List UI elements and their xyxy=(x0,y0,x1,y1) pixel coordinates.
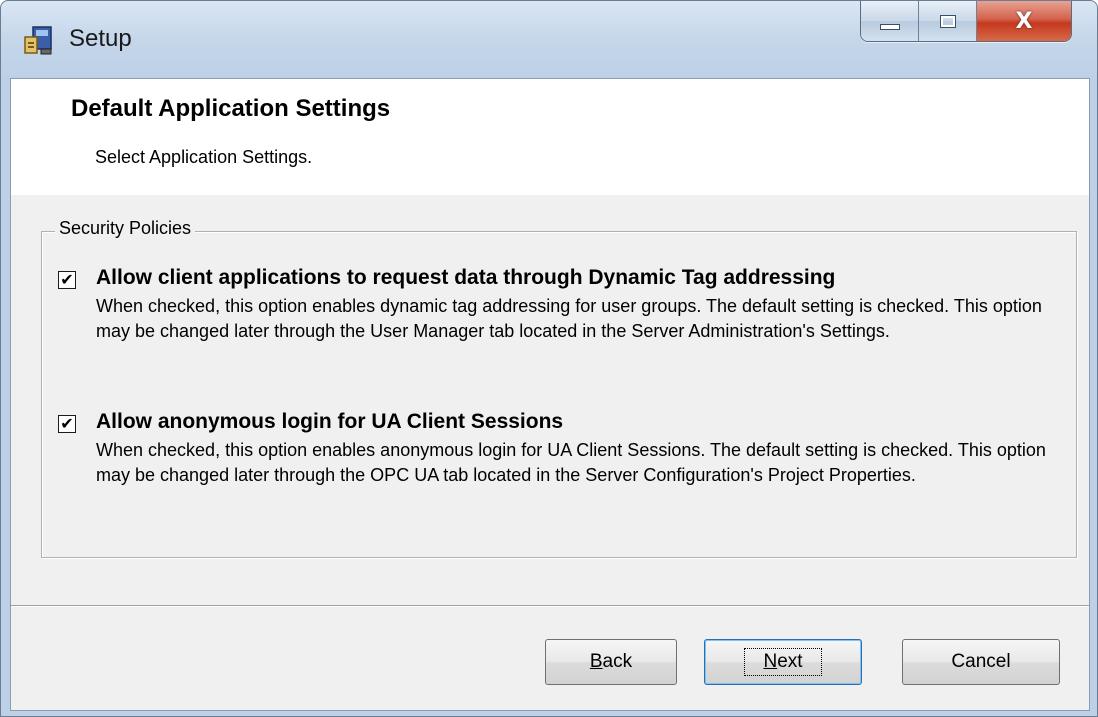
dynamic-tag-label[interactable]: Allow client applications to request dat… xyxy=(96,266,835,290)
next-mnemonic: N xyxy=(763,651,778,672)
anonymous-login-label[interactable]: Allow anonymous login for UA Client Sess… xyxy=(96,410,563,434)
close-button[interactable]: X xyxy=(977,1,1071,41)
back-mnemonic: B xyxy=(589,651,603,672)
next-focus-rect: Next xyxy=(744,648,822,676)
group-legend: Security Policies xyxy=(55,218,196,239)
back-label-rest: ack xyxy=(602,651,633,672)
checkmark-icon: ✔ xyxy=(60,414,74,433)
caption-buttons: X xyxy=(860,1,1072,42)
minimize-button[interactable] xyxy=(861,1,919,41)
dynamic-tag-checkbox[interactable]: ✔ xyxy=(58,271,76,289)
dynamic-tag-description: When checked, this option enables dynami… xyxy=(96,296,1042,341)
security-policies-group: Security Policies ✔ Allow client applica… xyxy=(41,218,1077,558)
back-button[interactable]: Back xyxy=(545,639,677,685)
page-title: Default Application Settings xyxy=(71,95,391,122)
wizard-header: Default Application Settings Select Appl… xyxy=(11,79,1089,195)
minimize-icon xyxy=(879,24,900,30)
next-label-rest: ext xyxy=(777,651,803,672)
footer-divider xyxy=(11,605,1089,607)
window-title: Setup xyxy=(69,25,132,52)
cancel-button[interactable]: Cancel xyxy=(902,639,1060,685)
wizard-body: Security Policies ✔ Allow client applica… xyxy=(11,195,1089,710)
setup-window: Setup X Default Application Settings Sel… xyxy=(0,0,1098,717)
maximize-button[interactable] xyxy=(919,1,977,41)
dialog-client-area: Default Application Settings Select Appl… xyxy=(10,78,1090,711)
setup-installer-icon xyxy=(24,26,52,55)
close-icon: X xyxy=(1015,8,1033,34)
next-button[interactable]: Next xyxy=(704,639,862,685)
checkmark-icon: ✔ xyxy=(60,270,74,289)
page-subtitle: Select Application Settings. xyxy=(95,147,313,167)
title-bar[interactable]: Setup X xyxy=(1,1,1097,79)
anonymous-login-description: When checked, this option enables anonym… xyxy=(96,440,1046,485)
maximize-icon xyxy=(939,14,956,28)
anonymous-login-checkbox[interactable]: ✔ xyxy=(58,415,76,433)
